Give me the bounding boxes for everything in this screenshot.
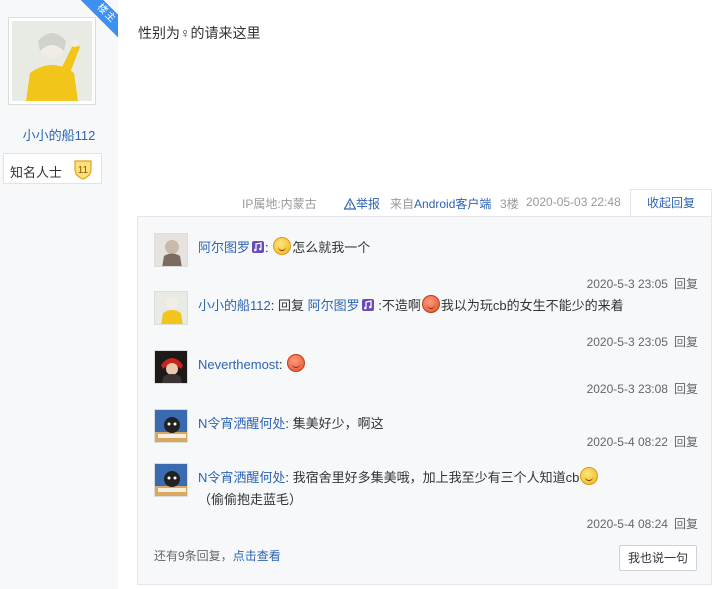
more-replies: 还有9条回复，点击查看 [154,547,281,564]
client-link[interactable]: Android客户端 [414,197,491,211]
reply-meta: 2020-5-4 08:24 回复 [587,515,698,532]
reply-avatar[interactable] [154,350,188,384]
reply-meta: 2020-5-3 23:05 回复 [587,275,698,292]
level-badge-icon: 11 [71,157,95,181]
reply-username[interactable]: 阿尔图罗 [198,240,250,255]
warning-icon [343,197,357,210]
reply-time: 2020-5-3 23:05 [586,335,668,349]
reply-text: 我以为玩cb的女生不能少的来着 [440,298,624,313]
reply-time: 2020-5-3 23:05 [586,277,668,291]
reply-text: 我宿舍里好多集美哦，加上我至少有三个人知道cb [292,470,580,485]
more-replies-text: 还有9条回复， [154,549,233,563]
post-content: 性别为♀的请来这里 [138,25,261,41]
reply-body: 小小的船112: 回复 阿尔图罗 :不造啊 我以为玩cb的女生不能少的来着 [198,295,698,317]
reply-time: 2020-5-4 08:24 [586,517,668,531]
author-avatar-image [12,21,92,101]
author-name[interactable]: 小小的船112 [0,125,118,144]
reply-button[interactable]: 回复 [674,382,698,396]
reply-username[interactable]: N令宵洒醒何处 [198,470,285,485]
reply-username[interactable]: N令宵洒醒何处 [198,416,285,431]
client-prefix: 来自 [390,197,415,211]
reply-button[interactable]: 回复 [674,517,698,531]
report-button[interactable]: 举报 [343,195,381,212]
reply-body: N令宵洒醒何处: 我宿舍里好多集美哦，加上我至少有三个人知道cb（偷偷抱走蓝毛） [198,467,698,511]
reply-panel: 阿尔图罗: 怎么就我一个 2020-5-3 23:05 回复 小小的船112: 回… [137,216,712,585]
laugh-emoji-icon [287,354,306,372]
post-meta-bar: IP属地:内蒙古 举报 来自Android客户端 3楼 2020-05-03 2… [0,189,721,217]
report-label: 举报 [356,197,381,211]
add-comment-button[interactable]: 我也说一句 [619,545,697,571]
level-number: 11 [78,165,89,176]
reply-body: N令宵洒醒何处: 集美好少，啊这 [198,416,384,431]
post-datetime: 2020-05-03 22:48 [526,195,621,209]
vip-music-icon [361,297,375,311]
reply-to-username[interactable]: 阿尔图罗 [308,298,360,313]
reply-body: 阿尔图罗: 怎么就我一个 [198,237,698,259]
author-level[interactable]: 知名人士 11 [3,153,102,184]
ip-location: IP属地:内蒙古 [242,197,317,211]
reply-body: Neverthemost: [198,354,698,376]
reply-button[interactable]: 回复 [674,335,698,349]
reply-username[interactable]: 小小的船112 [198,298,271,313]
client-source: 来自Android客户端 [390,195,491,212]
reply-meta: 2020-5-3 23:08 回复 [587,380,698,397]
reply-username[interactable]: Neverthemost [198,357,279,372]
reply-avatar[interactable] [154,233,188,267]
reply-word: 回复 [277,298,304,313]
author-column: 楼主 小小的船112 知名人士 11 [0,0,118,589]
reply-text-after: （偷偷抱走蓝毛） [198,492,303,507]
smile-emoji-icon [273,237,292,255]
collapse-replies-tab[interactable]: 收起回复 [630,189,712,217]
laugh-emoji-icon [421,295,440,313]
author-avatar[interactable] [8,17,96,105]
reply-time: 2020-5-4 08:22 [586,435,668,449]
reply-avatar[interactable] [154,409,188,443]
reply-meta: 2020-5-4 08:22 回复 [587,433,698,450]
reply-button[interactable]: 回复 [674,435,698,449]
vip-music-icon [251,239,265,253]
view-more-link[interactable]: 点击查看 [233,549,281,563]
reply-button[interactable]: 回复 [674,277,698,291]
floor-number: 3楼 [500,197,519,211]
level-title: 知名人士 [10,165,63,180]
reply-text-before: :不造啊 [378,298,421,313]
reply-avatar[interactable] [154,291,188,325]
reply-text: 怎么就我一个 [292,240,371,255]
reply-meta: 2020-5-3 23:05 回复 [587,333,698,350]
reply-text: 集美好少，啊这 [292,416,384,431]
smile-emoji-icon [580,467,599,485]
reply-avatar[interactable] [154,463,188,497]
reply-time: 2020-5-3 23:08 [586,382,668,396]
